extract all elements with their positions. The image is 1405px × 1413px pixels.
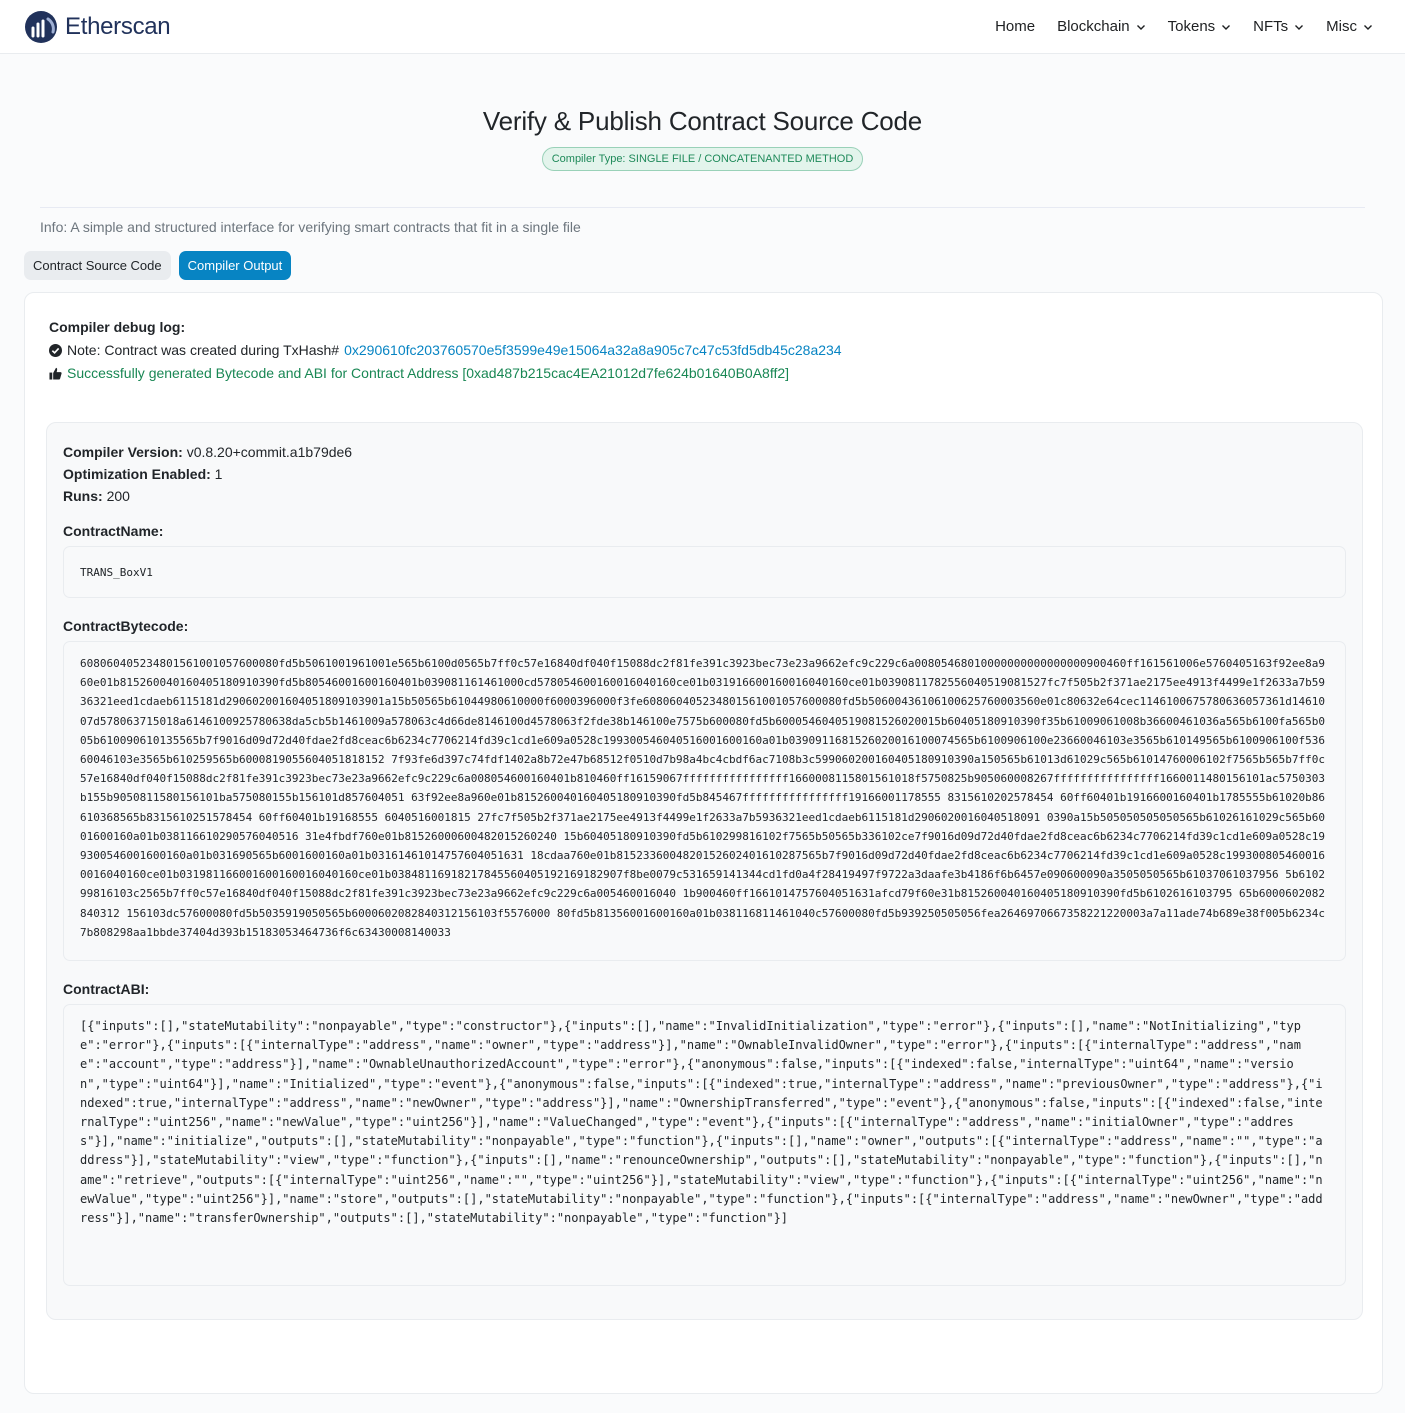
chevron-down-icon — [1222, 24, 1231, 30]
compiler-output-card: Compiler debug log: Note: Contract was c… — [24, 292, 1383, 1394]
bytecode-box[interactable]: 608060405234801561001057600080fd5b506100… — [63, 641, 1346, 961]
page-content: Verify & Publish Contract Source Code Co… — [0, 54, 1405, 1394]
nav-misc[interactable]: Misc — [1315, 18, 1381, 35]
tab-contract-source-code[interactable]: Contract Source Code — [24, 251, 171, 280]
optimization-label: Optimization Enabled: — [63, 466, 211, 482]
page-title: Verify & Publish Contract Source Code — [482, 106, 923, 136]
bytecode-label: ContractBytecode: — [63, 618, 189, 634]
divider — [40, 207, 1365, 208]
optimization-row: Optimization Enabled: 1 — [63, 463, 1346, 485]
info-text: Info: A simple and structured interface … — [40, 219, 581, 235]
title-section: Verify & Publish Contract Source Code Co… — [24, 54, 1381, 171]
brand-name: Etherscan — [65, 12, 171, 40]
nav-tokens[interactable]: Tokens — [1157, 18, 1243, 35]
chevron-down-icon — [1136, 24, 1145, 30]
tx-hash-link[interactable]: 0x290610fc203760570e5f3599e49e15064a32a8… — [344, 342, 841, 358]
nav-nfts[interactable]: NFTs — [1242, 18, 1315, 35]
nav-home[interactable]: Home — [984, 18, 1046, 35]
compiler-version-value: v0.8.20+commit.a1b79de6 — [186, 444, 353, 460]
success-line: Successfully generated Bytecode and ABI … — [49, 365, 1362, 381]
debug-log-title: Compiler debug log: — [49, 319, 186, 335]
brand[interactable]: Etherscan — [24, 10, 171, 44]
etherscan-logo-icon — [25, 10, 57, 43]
nav-blockchain-label: Blockchain — [1057, 18, 1130, 35]
nav-blockchain[interactable]: Blockchain — [1046, 18, 1157, 35]
top-navbar: Etherscan Home Blockchain Tokens NFTs Mi… — [0, 0, 1405, 54]
tab-compiler-output[interactable]: Compiler Output — [178, 251, 292, 280]
compiler-details-panel: Compiler Version: v0.8.20+commit.a1b79de… — [46, 422, 1363, 1320]
chevron-down-icon — [1364, 24, 1372, 30]
nav-misc-label: Misc — [1326, 18, 1357, 35]
contract-name-box[interactable]: TRANS_BoxV1 — [63, 546, 1346, 598]
abi-box[interactable]: [{"inputs":[],"stateMutability":"nonpaya… — [63, 1004, 1346, 1286]
contract-name-value: TRANS_BoxV1 — [80, 565, 153, 579]
tx-note-text: Note: Contract was created during TxHash… — [67, 342, 340, 358]
nav-nfts-label: NFTs — [1253, 18, 1289, 35]
optimization-value: 1 — [214, 466, 223, 482]
compiler-version-label: Compiler Version: — [63, 444, 183, 460]
thumbs-up-icon — [49, 367, 62, 380]
nav-tokens-label: Tokens — [1167, 18, 1216, 35]
tab-bar: Contract Source Code Compiler Output — [24, 251, 1381, 280]
success-message: Successfully generated Bytecode and ABI … — [67, 365, 790, 381]
compiler-type-badge: Compiler Type: SINGLE FILE / CONCATENANT… — [541, 147, 864, 171]
compiler-version-row: Compiler Version: v0.8.20+commit.a1b79de… — [63, 441, 1346, 463]
check-circle-icon — [49, 343, 62, 357]
runs-value: 200 — [106, 488, 130, 504]
contract-name-label: ContractName: — [63, 523, 164, 539]
main-nav: Home Blockchain Tokens NFTs Misc — [984, 18, 1381, 35]
chevron-down-icon — [1295, 24, 1304, 30]
nav-home-label: Home — [995, 18, 1036, 35]
runs-row: Runs: 200 — [63, 485, 1346, 507]
tx-note-line: Note: Contract was created during TxHash… — [49, 342, 1362, 358]
runs-label: Runs: — [63, 488, 103, 504]
abi-label: ContractABI: — [63, 981, 150, 997]
